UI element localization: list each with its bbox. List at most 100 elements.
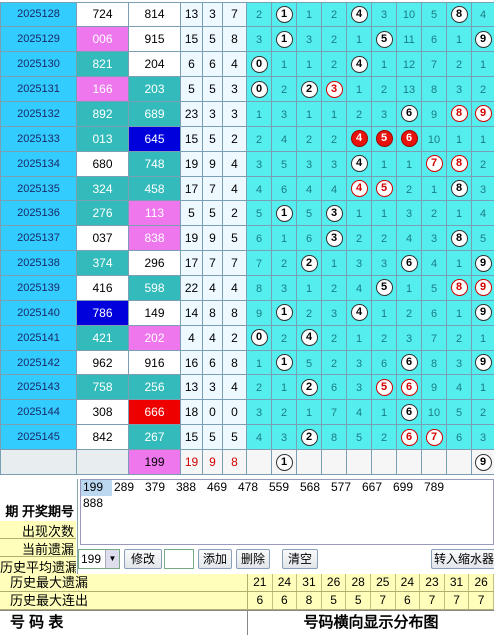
miss-count: 1 [355,332,363,345]
miss-count: 1 [305,108,313,121]
number-list-item[interactable]: 789 [422,480,453,496]
digit-cell-6: 3 [396,324,422,351]
digit-ball: 7 [425,155,443,173]
miss-count: 3 [355,357,363,370]
number-list-item[interactable]: 667 [360,480,391,496]
digit-cell-5: 3 [371,1,397,28]
number-list-item[interactable]: 478 [236,480,267,496]
miss-count: 2 [255,382,263,395]
miss-count: 1 [479,59,487,72]
history-stats: 历史最大遗漏 21 24 31 26 28 25 24 23 31 26 历史最大连出 66855… [0,574,494,610]
digit-cell-6: 1 [396,275,422,301]
number-list-row[interactable]: 199 289 379 388 469 478 559 568 577 667 699 789 [81,480,493,496]
max-run-value: 7 [371,592,396,609]
table-row[interactable]: 2025145 842 267 15 5 5 4 3 2 8 5 2 6 7 6 3 [0,424,494,451]
digit-cell-5: 1 [371,399,397,426]
distribution-title: 号码横向显示分布图 [303,614,439,631]
table-row[interactable]: 2025137 037 838 19 9 5 6 1 6 3 2 2 4 3 8 5 [0,225,494,252]
table-row[interactable]: 2025133 013 645 15 5 2 2 4 2 2 4 5 6 10 1 1 [0,125,494,152]
digit-cell-8: 1 [446,125,472,152]
number-input[interactable] [164,549,194,569]
draw-period: 2025129 [0,26,77,53]
number-list-item[interactable]: 888 [81,496,112,512]
table-row[interactable]: 2025129 006 915 15 5 8 3 1 3 2 1 5 11 6 1 9 [0,26,494,53]
digit-cell-6: 4 [396,225,422,252]
miss-count: 5 [430,282,438,295]
summary-digit-2 [296,449,322,475]
stat-span: 5 [202,76,223,102]
digit-cell-8: 1 [446,26,472,53]
table-row[interactable]: 2025134 680 748 19 9 4 3 5 3 3 4 1 1 7 8 2 [0,150,494,177]
table-row[interactable]: 2025135 324 458 17 7 4 4 6 4 4 4 5 2 1 8 3 [0,175,494,202]
draw-period: 2025132 [0,101,77,127]
table-row[interactable]: 2025136 276 113 5 5 2 5 1 5 3 1 1 3 2 1 4 [0,200,494,227]
digit-cell-3: 8 [321,424,347,451]
digit-cell-9: 2 [471,399,494,426]
table-row[interactable]: 2025139 416 598 22 4 4 8 3 1 2 4 5 1 5 8 9 [0,275,494,301]
modify-button[interactable]: 修改 [124,549,162,569]
number-list-item[interactable]: 568 [298,480,329,496]
stat-c3: 5 [222,424,247,451]
add-button[interactable]: 添加 [198,549,232,569]
miss-count: 1 [330,108,338,121]
delete-button[interactable]: 删除 [236,549,270,569]
prev-number: 724 [76,1,129,28]
table-row[interactable]: 2025132 892 689 23 3 3 1 3 1 1 2 3 6 9 8 9 [0,101,494,127]
digit-ball: 9 [474,279,492,297]
stat-span: 3 [202,1,223,28]
number-select[interactable]: 199 ▼ [78,549,120,569]
number-list[interactable]: 199 289 379 388 469 478 559 568 577 667 699 789 888 [80,479,494,545]
table-row[interactable]: 2025140 786 149 14 8 8 9 1 2 3 4 1 2 6 1 9 [0,299,494,326]
draw-number: 149 [128,299,181,326]
miss-count: 6 [455,432,463,445]
stat-c3: 2 [222,200,247,227]
number-list-item[interactable]: 559 [267,480,298,496]
chevron-down-icon[interactable]: ▼ [105,550,119,568]
digit-cell-5: 5 [371,275,397,301]
digit-cell-9: 4 [471,200,494,227]
table-row[interactable]: 2025131 166 203 5 5 3 0 2 2 3 1 2 13 8 3 2 [0,76,494,102]
digit-cell-1: 1 [271,349,297,376]
table-row[interactable]: 2025143 758 256 13 3 4 2 1 2 6 3 5 6 9 4 1 [0,374,494,401]
table-row[interactable]: 2025130 821 204 6 6 4 0 1 1 2 4 1 12 7 2 1 [0,51,494,78]
miss-count: 2 [330,59,338,72]
max-miss-value: 25 [371,574,396,591]
table-row[interactable]: 2025141 421 202 4 4 2 0 2 4 2 1 2 3 7 2 1 [0,324,494,351]
digit-cell-2: 1 [296,101,322,127]
stat-sum: 19 [180,225,203,252]
digit-cell-4: 5 [346,424,372,451]
draw-number: 202 [128,324,181,351]
digit-cell-6: 11 [396,26,422,53]
miss-count: 3 [380,108,388,121]
transfer-to-filter-button[interactable]: 转入缩水器 [431,549,494,569]
max-miss-value: 26 [322,574,347,591]
number-list-row[interactable]: 888 [81,496,493,512]
max-miss-value: 23 [420,574,445,591]
number-list-item[interactable]: 379 [143,480,174,496]
digit-cell-2: 1 [296,275,322,301]
stat-sum: 18 [180,399,203,426]
table-row[interactable]: 2025138 374 296 17 7 7 7 2 2 1 3 3 6 4 1 9 [0,250,494,277]
stat-span: 5 [202,125,223,152]
stat-span: 3 [202,101,223,127]
digit-cell-6: 6 [396,374,422,401]
number-list-item[interactable]: 388 [174,480,205,496]
clear-button[interactable]: 清空 [282,549,318,569]
miss-count: 3 [355,382,363,395]
table-row[interactable]: 2025142 962 916 16 6 8 1 1 5 2 3 6 6 8 3 9 [0,349,494,376]
miss-count: 4 [355,282,363,295]
digit-ball: 7 [425,428,443,446]
current-miss-label: 当前遗漏 [0,539,76,557]
digit-cell-5: 5 [371,374,397,401]
number-list-item[interactable]: 199 [81,480,112,496]
number-list-item[interactable]: 469 [205,480,236,496]
number-list-item[interactable]: 699 [391,480,422,496]
table-row[interactable]: 2025128 724 814 13 3 7 2 1 1 2 4 3 10 5 8 4 [0,1,494,28]
table-row[interactable]: 2025144 308 666 18 0 0 3 2 1 7 4 1 6 10 5 2 [0,399,494,426]
number-list-item[interactable]: 289 [112,480,143,496]
digit-cell-3: 4 [321,175,347,202]
stat-c3: 8 [222,26,247,53]
miss-count: 4 [305,183,313,196]
number-list-item[interactable]: 577 [329,480,360,496]
digit-cell-8: 5 [446,399,472,426]
